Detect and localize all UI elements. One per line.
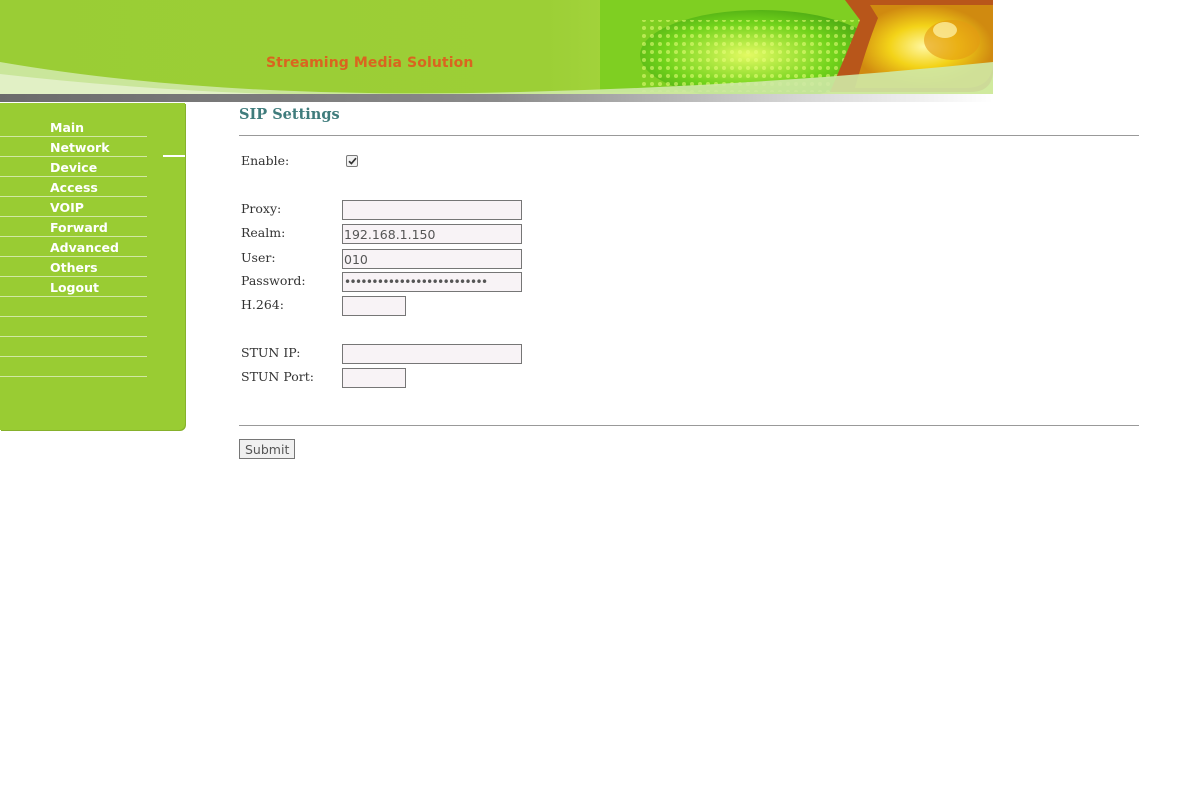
sidebar-link-voip[interactable]: VOIP	[50, 200, 84, 215]
bottom-divider	[239, 425, 1139, 426]
page-title: SIP Settings	[239, 106, 340, 123]
stun-port-label: STUN Port:	[241, 369, 314, 384]
sidebar-link-others[interactable]: Others	[50, 260, 98, 275]
top-divider	[239, 135, 1139, 136]
password-label: Password:	[241, 273, 306, 288]
sidebar-link-access[interactable]: Access	[50, 180, 98, 195]
sidebar-item-advanced[interactable]: Advanced	[0, 237, 147, 257]
sidebar-item-main[interactable]: Main	[0, 117, 147, 137]
checkmark-icon	[347, 157, 357, 165]
sidebar-link-device[interactable]: Device	[50, 160, 97, 175]
sidebar-link-network[interactable]: Network	[50, 140, 110, 155]
sidebar: Main Network Device Access VOIP Forward …	[0, 103, 185, 430]
sidebar-nav: Main Network Device Access VOIP Forward …	[0, 117, 185, 377]
sidebar-divider	[0, 297, 147, 317]
sidebar-item-logout[interactable]: Logout	[0, 277, 147, 297]
realm-label: Realm:	[241, 225, 286, 240]
enable-label: Enable:	[241, 153, 290, 168]
enable-checkbox[interactable]	[346, 155, 358, 167]
banner-graphic	[0, 0, 993, 102]
sidebar-divider	[0, 317, 147, 337]
sidebar-divider	[0, 357, 147, 377]
user-input[interactable]	[342, 249, 522, 269]
sidebar-item-device[interactable]: Device	[0, 157, 147, 177]
sidebar-link-advanced[interactable]: Advanced	[50, 240, 119, 255]
h264-label: H.264:	[241, 297, 284, 312]
user-label: User:	[241, 250, 276, 265]
proxy-input[interactable]	[342, 200, 522, 220]
sidebar-link-forward[interactable]: Forward	[50, 220, 108, 235]
stun-ip-label: STUN IP:	[241, 345, 301, 360]
sidebar-item-access[interactable]: Access	[0, 177, 147, 197]
realm-input[interactable]	[342, 224, 522, 244]
password-input[interactable]	[342, 272, 522, 292]
sidebar-item-forward[interactable]: Forward	[0, 217, 147, 237]
sidebar-divider	[0, 337, 147, 357]
stun-port-input[interactable]	[342, 368, 406, 388]
sidebar-link-main[interactable]: Main	[50, 120, 84, 135]
header-banner: Streaming Media Solution	[0, 0, 993, 103]
sidebar-item-voip[interactable]: VOIP	[0, 197, 147, 217]
sidebar-item-others[interactable]: Others	[0, 257, 147, 277]
sidebar-link-logout[interactable]: Logout	[50, 280, 99, 295]
sidebar-item-network[interactable]: Network	[0, 137, 185, 157]
banner-tagline: Streaming Media Solution	[266, 55, 474, 71]
submit-button[interactable]: Submit	[239, 439, 296, 459]
stun-ip-input[interactable]	[342, 344, 522, 364]
proxy-label: Proxy:	[241, 201, 282, 216]
h264-input[interactable]	[342, 296, 406, 316]
